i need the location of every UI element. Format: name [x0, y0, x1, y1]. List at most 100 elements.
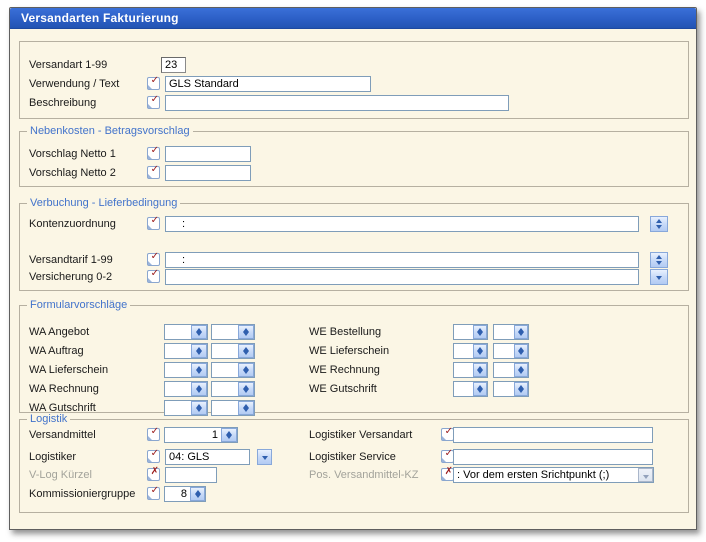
- logistiker-dropdown-button[interactable]: [257, 449, 272, 465]
- we-bestellung-field-1: [453, 324, 488, 340]
- vorschlag-netto2-check-button[interactable]: ✓: [147, 166, 160, 179]
- versandart-input[interactable]: [161, 57, 186, 73]
- check-icon: ✓: [151, 145, 159, 156]
- check-icon: ✓: [151, 448, 159, 459]
- versandtarif-label: Versandtarif 1-99: [29, 252, 113, 268]
- wa-lieferschein-spinner-2[interactable]: [238, 363, 254, 377]
- vorschlag-netto2-input[interactable]: [165, 165, 251, 181]
- vlog-kuerzel-input[interactable]: [165, 467, 217, 483]
- we-bestellung-spinner-1[interactable]: [473, 325, 487, 339]
- pos-versandmittel-kz-dropdown-button[interactable]: [638, 468, 653, 482]
- kontenzuordnung-input[interactable]: [165, 216, 639, 232]
- versandtarif-spinner-button[interactable]: [650, 252, 668, 268]
- vorschlag-netto1-input[interactable]: [165, 146, 251, 162]
- we-gutschrift-spinner-1[interactable]: [473, 382, 487, 396]
- we-rechnung-spinner-2[interactable]: [514, 363, 528, 377]
- we-gutschrift-input-1[interactable]: [454, 382, 473, 396]
- section-nebenkosten: Nebenkosten - Betragsvorschlag Vorschlag…: [19, 131, 689, 187]
- we-bestellung-input-1[interactable]: [454, 325, 473, 339]
- wa-rechnung-input-1[interactable]: [165, 382, 191, 396]
- wa-gutschrift-spinner-2[interactable]: [238, 401, 254, 415]
- logistiker-check-button[interactable]: ✓: [147, 450, 160, 463]
- versandmittel-input[interactable]: [165, 428, 221, 442]
- wa-angebot-input-1[interactable]: [165, 325, 191, 339]
- kommissioniergruppe-check-button[interactable]: ✓: [147, 487, 160, 500]
- we-lieferschein-input-1[interactable]: [454, 344, 473, 358]
- logistiker-label: Logistiker: [29, 449, 76, 465]
- wa-rechnung-spinner-2[interactable]: [238, 382, 254, 396]
- we-lieferschein-spinner-1[interactable]: [473, 344, 487, 358]
- wa-angebot-label: WA Angebot: [29, 324, 89, 340]
- wa-angebot-spinner-2[interactable]: [238, 325, 254, 339]
- wa-gutschrift-input-2[interactable]: [212, 401, 238, 415]
- wa-lieferschein-label: WA Lieferschein: [29, 362, 108, 378]
- wa-lieferschein-field-2: [211, 362, 255, 378]
- pos-versandmittel-kz-field: [453, 467, 654, 483]
- wa-rechnung-label: WA Rechnung: [29, 381, 99, 397]
- versandmittel-spinner-button[interactable]: [221, 428, 237, 442]
- we-gutschrift-field-2: [493, 381, 529, 397]
- we-lieferschein-field-2: [493, 343, 529, 359]
- cross-icon: ✗: [151, 466, 159, 477]
- wa-auftrag-input-1[interactable]: [165, 344, 191, 358]
- wa-lieferschein-spinner-1[interactable]: [191, 363, 207, 377]
- we-rechnung-field-1: [453, 362, 488, 378]
- we-lieferschein-input-2[interactable]: [494, 344, 514, 358]
- we-rechnung-input-1[interactable]: [454, 363, 473, 377]
- wa-angebot-input-2[interactable]: [212, 325, 238, 339]
- verwendung-input[interactable]: [165, 76, 371, 92]
- vlog-kuerzel-cross-button[interactable]: ✗: [147, 468, 160, 481]
- check-icon: ✓: [151, 485, 159, 496]
- we-rechnung-label: WE Rechnung: [309, 362, 380, 378]
- versicherung-dropdown-button[interactable]: [650, 269, 668, 285]
- versicherung-input[interactable]: [165, 269, 639, 285]
- logistiker-versandart-input[interactable]: [453, 427, 653, 443]
- wa-gutschrift-input-1[interactable]: [165, 401, 191, 415]
- logistiker-service-input[interactable]: [453, 449, 653, 465]
- vorschlag-netto2-label: Vorschlag Netto 2: [29, 165, 116, 181]
- logistiker-input[interactable]: [165, 449, 250, 465]
- wa-rechnung-field-2: [211, 381, 255, 397]
- versandtarif-check-button[interactable]: ✓: [147, 253, 160, 266]
- wa-lieferschein-input-1[interactable]: [165, 363, 191, 377]
- we-lieferschein-field-1: [453, 343, 488, 359]
- check-icon: ✓: [151, 251, 159, 262]
- we-bestellung-input-2[interactable]: [494, 325, 514, 339]
- versandmittel-check-button[interactable]: ✓: [147, 428, 160, 441]
- we-rechnung-spinner-1[interactable]: [473, 363, 487, 377]
- wa-auftrag-input-2[interactable]: [212, 344, 238, 358]
- wa-rechnung-spinner-1[interactable]: [191, 382, 207, 396]
- kommissioniergruppe-spinner-button[interactable]: [190, 487, 205, 501]
- we-gutschrift-input-2[interactable]: [494, 382, 514, 396]
- beschreibung-check-button[interactable]: ✓: [147, 96, 160, 109]
- wa-gutschrift-spinner-1[interactable]: [191, 401, 207, 415]
- kontenzuordnung-spinner-button[interactable]: [650, 216, 668, 232]
- section-formularvorschlaege: Formularvorschläge WA Angebot WE Bestell…: [19, 305, 689, 413]
- vorschlag-netto1-label: Vorschlag Netto 1: [29, 146, 116, 162]
- wa-auftrag-spinner-1[interactable]: [191, 344, 207, 358]
- verwendung-check-button[interactable]: ✓: [147, 77, 160, 90]
- we-rechnung-input-2[interactable]: [494, 363, 514, 377]
- kontenzuordnung-check-button[interactable]: ✓: [147, 217, 160, 230]
- section-general: Versandart 1-99 Verwendung / Text ✓ Besc…: [19, 41, 689, 119]
- window-titlebar[interactable]: Versandarten Fakturierung: [10, 8, 696, 29]
- versandmittel-label: Versandmittel: [29, 427, 96, 443]
- we-bestellung-field-2: [493, 324, 529, 340]
- we-bestellung-spinner-2[interactable]: [514, 325, 528, 339]
- we-gutschrift-field-1: [453, 381, 488, 397]
- vorschlag-netto1-check-button[interactable]: ✓: [147, 147, 160, 160]
- kommissioniergruppe-input[interactable]: [165, 487, 190, 501]
- wa-rechnung-input-2[interactable]: [212, 382, 238, 396]
- check-icon: ✓: [151, 164, 159, 175]
- cross-icon: ✗: [445, 466, 453, 477]
- beschreibung-input[interactable]: [165, 95, 509, 111]
- wa-auftrag-label: WA Auftrag: [29, 343, 84, 359]
- wa-auftrag-spinner-2[interactable]: [238, 344, 254, 358]
- we-gutschrift-spinner-2[interactable]: [514, 382, 528, 396]
- versandtarif-input[interactable]: [165, 252, 639, 268]
- versicherung-check-button[interactable]: ✓: [147, 270, 160, 283]
- wa-angebot-spinner-1[interactable]: [191, 325, 207, 339]
- pos-versandmittel-kz-input[interactable]: [454, 468, 638, 482]
- wa-lieferschein-input-2[interactable]: [212, 363, 238, 377]
- we-lieferschein-spinner-2[interactable]: [514, 344, 528, 358]
